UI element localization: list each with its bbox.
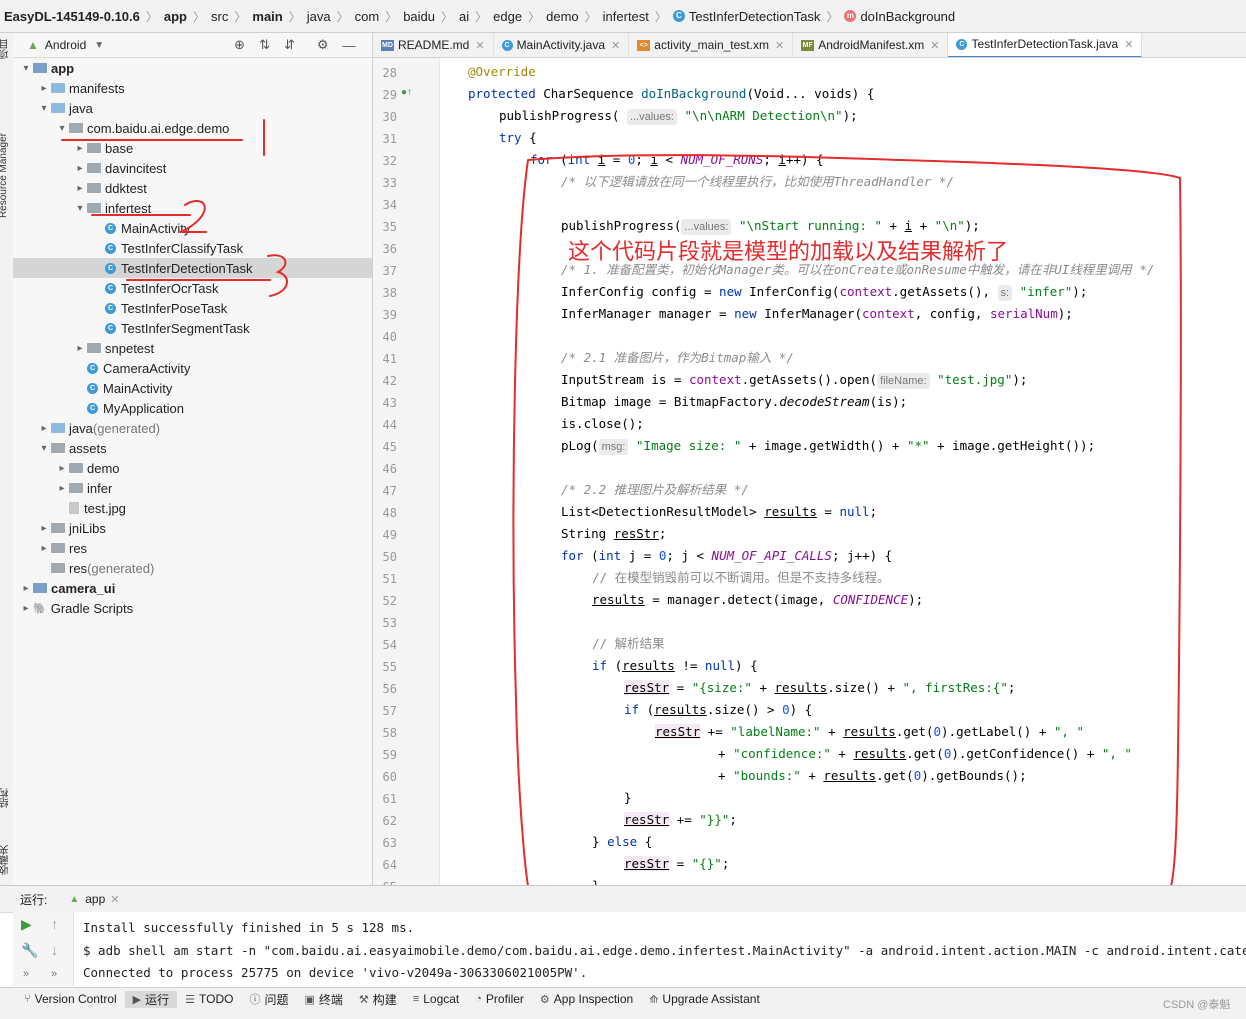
bottom-tool-button[interactable]: ⚒ 构建 bbox=[351, 991, 405, 1008]
output-line: $ adb shell am start -n "com.baidu.ai.ea… bbox=[83, 943, 1246, 958]
tool-label: 终端 bbox=[318, 992, 343, 1007]
bottom-tool-button[interactable]: ▶ 运行 bbox=[124, 990, 178, 1008]
tool-label: Version Control bbox=[34, 992, 117, 1006]
code-highlight-loop bbox=[512, 154, 1182, 918]
more-icon[interactable]: » bbox=[23, 968, 29, 980]
bottom-tool-button[interactable]: ≡ Logcat bbox=[405, 992, 467, 1006]
tool-icon: ⟰ bbox=[649, 993, 659, 1006]
number-two-mark bbox=[179, 199, 207, 233]
tool-label: Logcat bbox=[423, 992, 460, 1006]
run-output[interactable]: Install successfully finished in 5 s 128… bbox=[74, 912, 1246, 986]
run-tab-app[interactable]: app bbox=[85, 892, 105, 906]
wrench-icon[interactable]: 🔧 bbox=[21, 942, 38, 959]
bottom-tool-button[interactable]: ⓘ 问题 bbox=[241, 991, 296, 1008]
tool-label: 运行 bbox=[145, 992, 170, 1007]
tool-icon: ◔ bbox=[475, 993, 482, 1005]
bottom-tool-button[interactable]: ◔ Profiler bbox=[467, 992, 532, 1006]
bottom-tool-button[interactable]: ⚙ App Inspection bbox=[532, 992, 641, 1006]
more-icon-2[interactable]: » bbox=[51, 968, 57, 980]
android-icon: ▲ bbox=[69, 893, 80, 905]
tool-label: 问题 bbox=[264, 992, 289, 1007]
tool-icon: ⑂ bbox=[24, 993, 31, 1005]
status-bar bbox=[0, 1010, 1246, 1019]
tool-icon: ☰ bbox=[185, 993, 196, 1006]
annotation-overlay bbox=[61, 119, 1182, 918]
tool-label: TODO bbox=[199, 992, 234, 1006]
bottom-tool-button[interactable]: ▣ 终端 bbox=[296, 991, 350, 1008]
annotation-note: 这个代码片段就是模型的加载以及结果解析了 bbox=[568, 240, 1009, 265]
bottom-tool-button[interactable]: ⟰ Upgrade Assistant bbox=[641, 992, 768, 1006]
tool-label: 构建 bbox=[372, 992, 397, 1007]
tool-icon: ≡ bbox=[412, 993, 420, 1005]
bottom-tool-bar: ⑂ Version Control ▶ 运行 ☰ TODO ⓘ 问题 ▣ 终端 ⚒ 构建 ≡ Logcat… bbox=[0, 987, 1246, 1010]
bottom-tool-button[interactable]: ☰ TODO bbox=[177, 992, 241, 1006]
tool-icon: ⚙ bbox=[539, 993, 550, 1006]
tool-icon: ▶ bbox=[132, 993, 142, 1006]
output-line: Install successfully finished in 5 s 128… bbox=[83, 920, 415, 935]
close-icon[interactable]: ✕ bbox=[110, 893, 119, 906]
bottom-tool-button[interactable]: ⑂ Version Control bbox=[16, 992, 125, 1006]
tool-label: Upgrade Assistant bbox=[662, 992, 760, 1006]
scroll-up-icon[interactable]: ↑ bbox=[51, 916, 58, 932]
tool-icon: ▣ bbox=[304, 993, 315, 1006]
tool-label: Profiler bbox=[485, 992, 524, 1006]
scroll-down-icon[interactable]: ↓ bbox=[51, 942, 58, 958]
run-panel-header: 运行: ▲ app ✕ bbox=[0, 885, 1246, 913]
rerun-icon[interactable]: ▶ bbox=[21, 916, 32, 933]
tool-icon: ⚒ bbox=[358, 993, 369, 1006]
tool-icon: ⓘ bbox=[249, 994, 261, 1006]
run-label: 运行: bbox=[20, 892, 48, 907]
tool-label: App Inspection bbox=[553, 992, 634, 1006]
run-side-toolbar: ▶ ↑ 🔧 ↓ » » bbox=[13, 912, 74, 986]
number-three-mark bbox=[267, 254, 288, 297]
output-line: Connected to process 25775 on device 'vi… bbox=[83, 965, 588, 980]
